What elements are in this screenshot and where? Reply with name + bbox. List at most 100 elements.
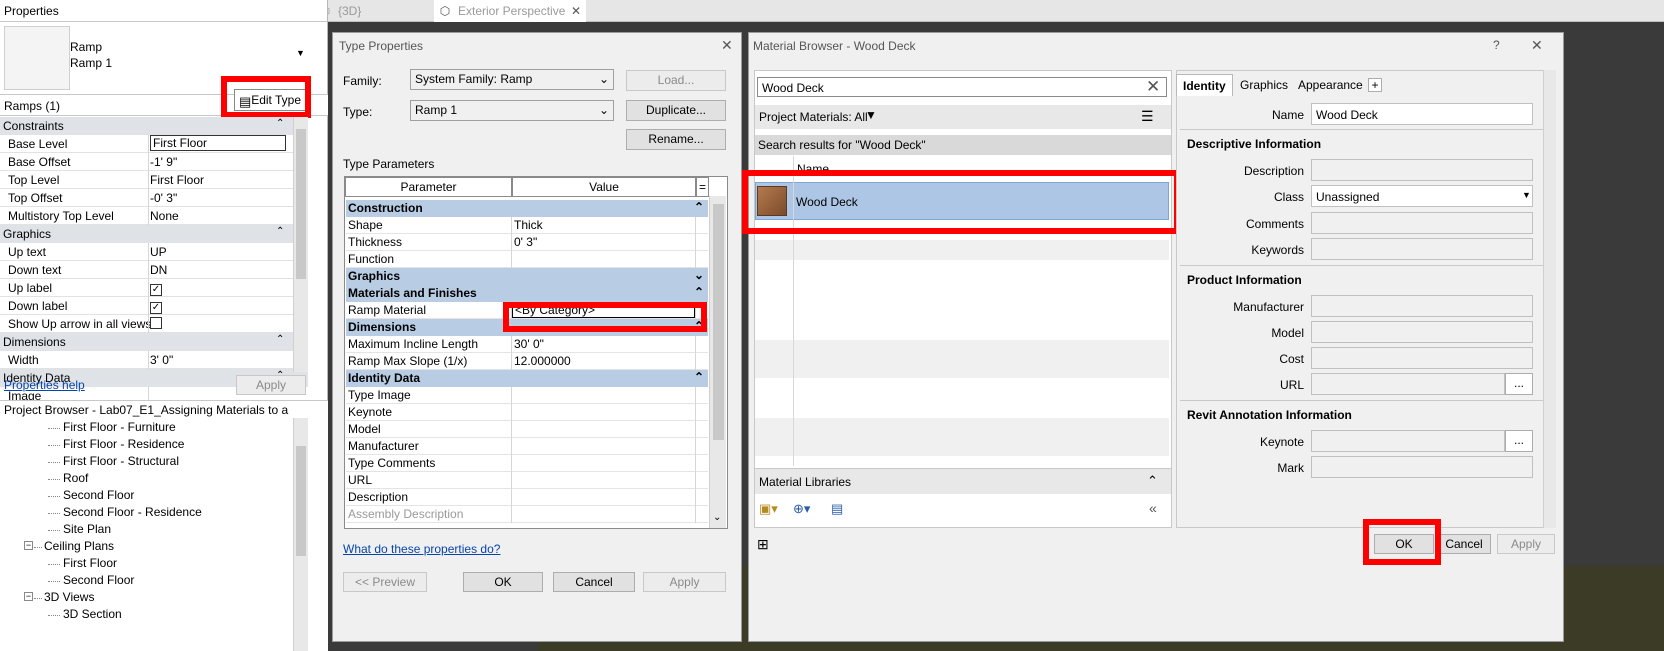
close-icon[interactable]: ✕ [1531,37,1543,54]
collapse-icon[interactable]: ⌃ [276,118,284,129]
cost-field[interactable] [1311,347,1533,369]
filter-icon[interactable]: ▼ [865,108,877,122]
collapse-icon[interactable]: ⌃ [276,226,284,237]
expand-icon[interactable]: − [24,541,33,550]
params-section-graphics[interactable]: Graphics ⌄ [346,268,708,285]
property-value[interactable]: 3' 0" [150,353,173,367]
asset-panel-icon[interactable]: ▤ [831,501,843,517]
scroll-down-icon[interactable]: ⌄ [713,512,721,523]
tab-exterior-perspective[interactable]: ⬡ Exterior Perspective ✕ [434,0,586,22]
checkbox-checked[interactable]: ✓ [150,302,162,314]
collapse-icon[interactable]: ⌃ [694,200,704,214]
type-params-scrollbar[interactable]: ⌄ [709,196,726,528]
rename-button[interactable]: Rename... [626,129,726,150]
browser-item[interactable]: First Floor - Furniture [63,420,176,434]
type-apply-button[interactable]: Apply [643,572,726,592]
collapse-icon[interactable]: ⌃ [694,370,704,384]
section-header-dimensions[interactable]: Dimensions ⌃ [0,333,308,351]
property-value[interactable]: -0' 3" [150,191,177,205]
browser-scrollbar[interactable] [293,418,308,651]
param-value[interactable]: 30' 0" [514,337,544,351]
property-value[interactable] [150,317,162,332]
expand-icon[interactable]: − [24,592,33,601]
type-dropdown[interactable]: Ramp 1 ⌄ [410,100,614,121]
checkbox-unchecked[interactable] [150,317,162,329]
tab-identity[interactable]: Identity [1176,74,1233,96]
properties-scrollbar[interactable] [293,117,308,372]
browser-item[interactable]: First Floor - Structural [63,454,179,468]
property-value[interactable]: UP [150,245,167,259]
properties-help-link[interactable]: Properties help [4,378,85,392]
project-materials-label[interactable]: Project Materials: All [759,110,868,124]
section-header-graphics[interactable]: Graphics ⌃ [0,225,308,243]
keywords-field[interactable] [1311,238,1533,260]
clear-search-icon[interactable]: ✕ [1146,77,1160,97]
name-field[interactable]: Wood Deck [1311,103,1533,125]
search-box[interactable]: Wood Deck ✕ [757,77,1167,97]
section-header-constraints[interactable]: Constraints ⌃ [0,117,308,135]
tab-3d[interactable]: ⬡ {3D} [314,0,426,22]
keynote-field[interactable] [1311,430,1505,452]
params-section-identity-data[interactable]: Identity Data ⌃ [346,370,708,387]
scrollbar-thumb[interactable] [296,129,306,279]
browser-item[interactable]: First Floor [63,556,117,570]
browser-item[interactable]: 3D Views [44,590,94,604]
material-apply-button[interactable]: Apply [1497,534,1555,554]
material-cancel-button[interactable]: Cancel [1437,534,1491,554]
browser-item[interactable]: Second Floor [63,488,134,502]
scrollbar-thumb[interactable] [713,204,724,440]
scrollbar-thumb[interactable] [296,446,306,556]
browser-item[interactable]: Ceiling Plans [44,539,114,553]
add-asset-button[interactable]: + [1368,78,1382,92]
browser-item[interactable]: Site Plan [63,522,111,536]
param-value[interactable]: 0' 3" [514,235,537,249]
editor-scrollbar[interactable] [1543,70,1556,528]
add-material-icon[interactable]: ⊕▾ [793,501,810,517]
type-properties-help-link[interactable]: What do these properties do? [343,542,500,556]
properties-apply-button[interactable]: Apply [236,375,306,395]
column-header-value[interactable]: Value [512,177,696,197]
close-icon[interactable]: ✕ [570,3,582,19]
property-value[interactable]: ✓ [150,299,162,314]
column-header-parameter[interactable]: Parameter [345,177,512,197]
type-ok-button[interactable]: OK [463,572,543,592]
browser-item[interactable]: Second Floor [63,573,134,587]
type-cancel-button[interactable]: Cancel [553,572,635,592]
view-list-icon[interactable]: ☰ [1141,108,1154,125]
column-options-icon[interactable]: = [696,177,709,197]
url-field[interactable] [1311,373,1505,395]
collapse-icon[interactable]: ⌃ [694,285,704,299]
keynote-browse-button[interactable]: ... [1505,430,1533,452]
browser-item[interactable]: First Floor - Residence [63,437,184,451]
description-field[interactable] [1311,159,1533,181]
preview-button[interactable]: << Preview [343,572,427,592]
material-browser-settings-icon[interactable]: ⊞ [757,536,769,553]
property-value[interactable]: First Floor [150,173,204,187]
url-browse-button[interactable]: ... [1505,373,1533,395]
library-folder-icon[interactable]: ▣▾ [759,501,778,517]
collapse-icon[interactable]: ⌄ [694,268,704,282]
params-section-materials-and-finishes[interactable]: Materials and Finishes ⌃ [346,285,708,302]
comments-field[interactable] [1311,212,1533,234]
tab-appearance[interactable]: Appearance [1292,74,1369,96]
load-button[interactable]: Load... [626,70,726,91]
collapse-icon[interactable]: ⌃ [276,334,284,345]
mark-field[interactable] [1311,456,1533,478]
close-icon[interactable]: ✕ [721,37,733,54]
help-icon[interactable]: ? [1493,38,1500,52]
browser-item[interactable]: Roof [63,471,88,485]
property-value[interactable]: DN [150,263,167,277]
property-value[interactable]: ✓ [150,281,162,296]
collapse-up-icon[interactable]: ⌃ [1147,473,1158,489]
params-section-construction[interactable]: Construction ⌃ [346,200,708,217]
manufacturer-field[interactable] [1311,295,1533,317]
tab-graphics[interactable]: Graphics [1234,74,1294,96]
collapse-left-icon[interactable]: « [1149,500,1157,516]
browser-item[interactable]: 3D Section [63,607,122,621]
property-value[interactable]: -1' 9" [150,155,177,169]
duplicate-button[interactable]: Duplicate... [626,100,726,121]
property-value[interactable]: First Floor [150,135,286,151]
model-field[interactable] [1311,321,1533,343]
class-dropdown[interactable]: Unassigned ▼ [1311,185,1533,207]
param-value[interactable]: Thick [514,218,543,232]
